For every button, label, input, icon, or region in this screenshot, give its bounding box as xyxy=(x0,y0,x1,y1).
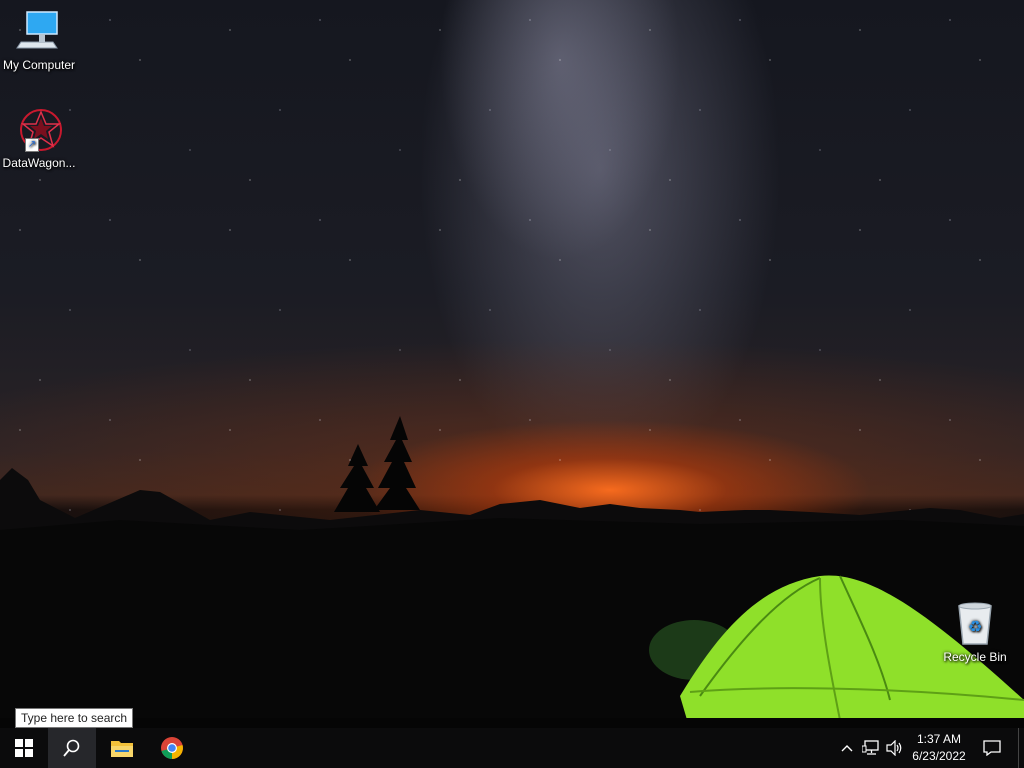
network-button[interactable] xyxy=(860,728,882,768)
desktop-icon-label: My Computer xyxy=(2,58,76,72)
desktop-icon-label: DataWagon... xyxy=(2,156,76,170)
search-button[interactable] xyxy=(48,728,96,768)
desktop-icon-my-computer[interactable]: My Computer xyxy=(0,8,78,72)
taskbar: 1:37 AM 6/23/2022 xyxy=(0,728,1024,768)
volume-icon xyxy=(886,740,902,756)
desktop-icon-recycle-bin[interactable]: ♻ Recycle Bin xyxy=(936,600,1014,664)
notification-button[interactable] xyxy=(978,728,1006,768)
notification-icon xyxy=(983,740,1001,756)
clock-button[interactable]: 1:37 AM 6/23/2022 xyxy=(906,731,972,765)
clock-time: 1:37 AM xyxy=(916,732,962,746)
wallpaper-landscape xyxy=(0,416,1024,730)
chrome-icon xyxy=(161,737,183,759)
computer-icon xyxy=(15,8,63,56)
recycle-bin-icon: ♻ xyxy=(951,600,999,648)
desktop-icon-datawagon[interactable]: ↗ DataWagon... xyxy=(0,106,78,170)
search-tooltip: Type here to search xyxy=(15,708,134,728)
tray-overflow-button[interactable] xyxy=(838,728,856,768)
show-desktop-button[interactable] xyxy=(1018,728,1024,768)
folder-icon xyxy=(111,741,133,757)
datawagon-icon: ↗ xyxy=(15,106,63,154)
clock-date: 6/23/2022 xyxy=(912,749,966,763)
shortcut-arrow-icon: ↗ xyxy=(25,138,39,152)
start-button[interactable] xyxy=(0,728,48,768)
chrome-button[interactable] xyxy=(148,728,196,768)
windows-logo-icon xyxy=(15,739,33,757)
desktop-icon-label: Recycle Bin xyxy=(943,650,1007,664)
search-icon xyxy=(63,739,80,757)
file-explorer-button[interactable] xyxy=(98,728,146,768)
network-icon xyxy=(862,740,879,755)
chevron-up-icon xyxy=(841,745,853,752)
svg-text:♻: ♻ xyxy=(968,617,982,636)
volume-button[interactable] xyxy=(884,728,906,768)
